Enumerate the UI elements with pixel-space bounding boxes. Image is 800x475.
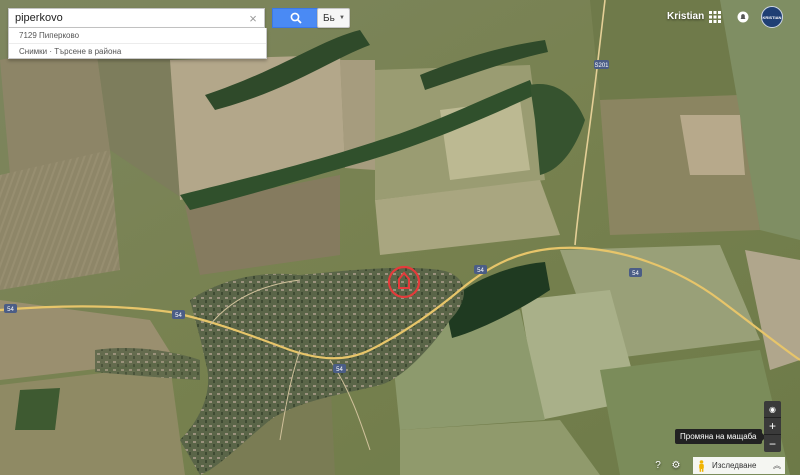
- gear-icon: ⚙: [671, 460, 681, 471]
- road-label-54-west: 54: [7, 307, 14, 313]
- zoom-tooltip: Промяна на мащаба: [675, 429, 765, 444]
- road-shield-s201: S201: [594, 60, 609, 69]
- locate-icon: ◉: [769, 404, 776, 414]
- road-label-54-village: 54: [336, 367, 343, 373]
- avatar[interactable]: KRISTIAN: [761, 6, 783, 28]
- help-button[interactable]: ?: [652, 459, 664, 472]
- user-name[interactable]: Kristian: [667, 11, 704, 22]
- search-button[interactable]: [272, 8, 319, 28]
- apps-grid-icon[interactable]: [709, 11, 721, 23]
- my-location-button[interactable]: ◉: [764, 401, 781, 418]
- road-label-54-center: 54: [175, 313, 182, 319]
- satellite-map[interactable]: S201 54 54 54 54 54: [0, 0, 800, 475]
- explore-label: Изследване: [712, 461, 757, 470]
- language-selector[interactable]: Бь ▼: [317, 8, 350, 28]
- suggestion-item[interactable]: Снимки · Търсене в района: [9, 43, 266, 58]
- search-input[interactable]: [9, 9, 244, 27]
- notifications-icon[interactable]: [737, 11, 749, 23]
- road-shield-54-far-east: 54: [629, 268, 642, 277]
- explore-button[interactable]: Изследване ︽: [693, 457, 785, 474]
- road-shield-54-center: 54: [172, 310, 185, 319]
- settings-button[interactable]: ⚙: [670, 459, 682, 472]
- pegman-icon[interactable]: [697, 459, 706, 472]
- chevron-down-icon: ▼: [339, 15, 345, 21]
- search-suggestions: 7129 Пиперково Снимки · Търсене в района: [8, 28, 267, 59]
- zoom-out-button[interactable]: −: [764, 435, 781, 452]
- plus-icon: +: [768, 419, 776, 433]
- zoom-in-button[interactable]: +: [764, 418, 781, 435]
- road-label-54-east: 54: [477, 268, 484, 274]
- avatar-text: KRISTIAN: [762, 14, 782, 20]
- road-label-s201: S201: [594, 63, 609, 69]
- help-icon: ?: [655, 460, 661, 471]
- road-shield-54-village: 54: [333, 364, 346, 373]
- road-shield-54-east: 54: [474, 265, 487, 274]
- language-label: Бь: [323, 12, 335, 24]
- minus-icon: −: [768, 436, 776, 451]
- map-controls: ◉ + −: [764, 401, 781, 452]
- search-field-box: ×: [8, 8, 265, 28]
- clear-search-button[interactable]: ×: [244, 9, 262, 27]
- search-bar: ×: [8, 8, 319, 28]
- suggestion-item[interactable]: 7129 Пиперково: [9, 28, 266, 43]
- search-icon: [290, 12, 302, 24]
- road-shield-54-west: 54: [4, 304, 17, 313]
- road-label-54-far-east: 54: [632, 271, 639, 277]
- chevron-up-icon: ︽: [773, 461, 781, 470]
